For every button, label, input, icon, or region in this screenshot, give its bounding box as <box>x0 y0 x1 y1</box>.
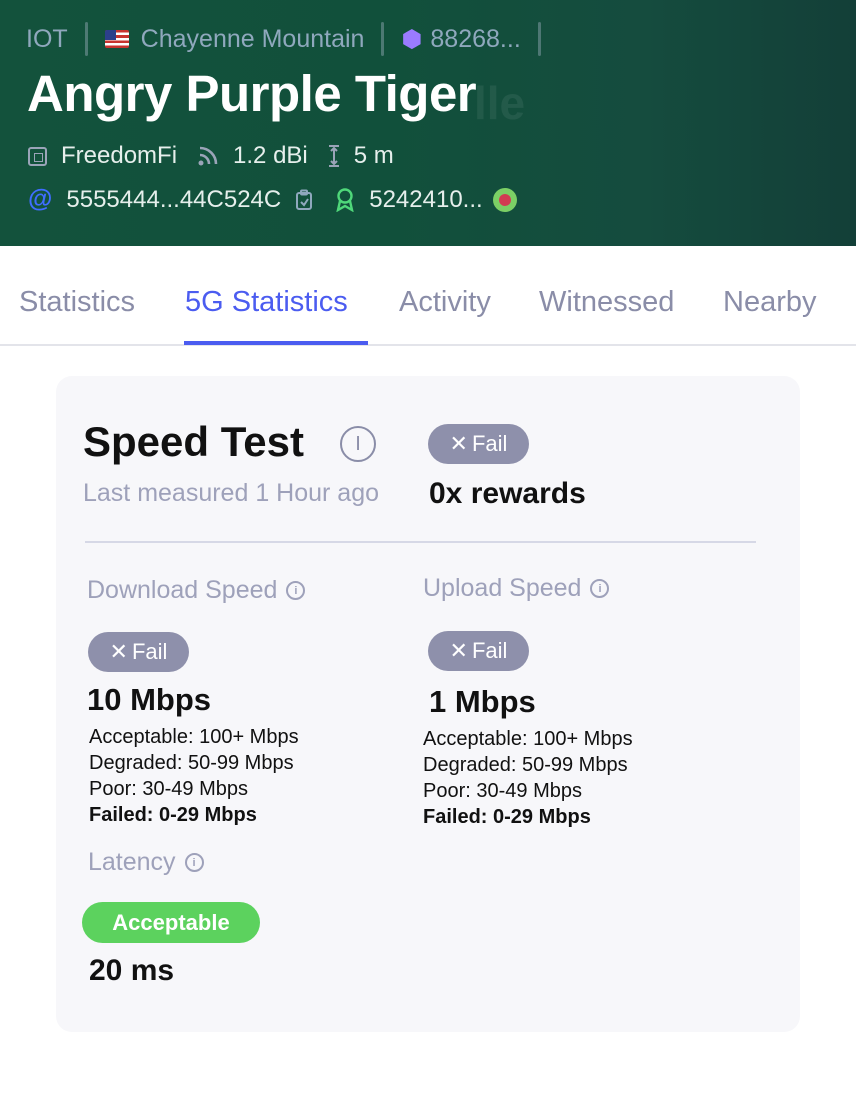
threshold-degraded: Degraded: 50-99 Mbps <box>423 754 628 776</box>
hotspot-header: lle IOT Chayenne Mountain ⬢ 88268... Ang… <box>0 0 856 246</box>
hexagon-icon: ⬢ <box>401 25 423 53</box>
latency-value: 20 ms <box>89 954 175 987</box>
download-speed-label: Download Speed i <box>87 576 306 605</box>
breadcrumb-separator <box>381 22 385 56</box>
address-start: 5555444... <box>66 185 180 213</box>
download-status-badge: ✕ Fail <box>88 632 189 672</box>
latency-label: Latency i <box>88 848 204 877</box>
network-label[interactable]: IOT <box>26 25 68 54</box>
close-icon: ✕ <box>449 431 468 456</box>
speed-test-title: Speed Test <box>83 418 304 465</box>
download-thresholds: Acceptable: 100+ Mbps Degraded: 50-99 Mb… <box>89 724 299 828</box>
threshold-failed: Failed: 0-29 Mbps <box>89 804 257 826</box>
location-label: Chayenne Mountain <box>140 24 365 53</box>
location-link[interactable]: Chayenne Mountain <box>104 24 365 54</box>
info-icon[interactable]: i <box>590 579 610 598</box>
tab-bar: Statistics 5G Statistics Activity Witnes… <box>0 272 856 346</box>
threshold-acceptable: Acceptable: 100+ Mbps <box>89 726 299 748</box>
elevation-label: 5 m <box>353 142 394 169</box>
us-flag-icon <box>104 30 129 48</box>
divider <box>85 541 756 543</box>
last-measured-text: Last measured 1 Hour ago <box>83 479 380 507</box>
upload-speed-label: Upload Speed i <box>423 574 610 603</box>
close-icon: ✕ <box>449 638 468 663</box>
tab-5g-statistics[interactable]: 5G Statistics <box>185 286 348 319</box>
latency-label-text: Latency <box>88 848 176 876</box>
info-icon[interactable]: i <box>184 853 204 872</box>
elevation-icon <box>328 144 340 168</box>
threshold-degraded: Degraded: 50-99 Mbps <box>89 752 294 774</box>
upload-thresholds: Acceptable: 100+ Mbps Degraded: 50-99 Mb… <box>423 726 633 830</box>
threshold-failed: Failed: 0-29 Mbps <box>423 806 591 828</box>
owner-label[interactable]: 5242410... <box>369 186 482 214</box>
upload-speed-value: 1 Mbps <box>429 684 536 719</box>
close-icon: ✕ <box>109 639 128 664</box>
antenna-gain-label: 1.2 dBi <box>233 142 308 169</box>
hotspot-addresses: @ 5555444... 44C524C 5242410... <box>28 185 517 214</box>
page-title: Angry Purple Tiger <box>27 65 477 122</box>
upload-status-badge: ✕ Fail <box>428 631 529 671</box>
breadcrumb: IOT Chayenne Mountain ⬢ 88268... <box>26 20 558 58</box>
upload-speed-label-text: Upload Speed <box>423 574 582 602</box>
address-end: 44C524C <box>179 185 282 213</box>
header-background-watermark: lle <box>474 77 526 129</box>
maker-label: FreedomFi <box>61 142 178 169</box>
antenna-signal-icon <box>197 145 219 167</box>
breadcrumb-separator <box>537 22 541 56</box>
download-speed-value: 10 Mbps <box>87 682 212 717</box>
active-tab-indicator <box>184 341 368 345</box>
status-badge-label: Fail <box>471 431 508 456</box>
tab-activity[interactable]: Activity <box>399 286 491 319</box>
hotspot-id-link[interactable]: ⬢ 88268... <box>401 25 520 54</box>
copy-icon[interactable] <box>295 189 315 211</box>
latency-status-badge: Acceptable <box>82 902 260 943</box>
hotspot-id-label: 88268... <box>430 24 521 53</box>
status-badge: ✕ Fail <box>428 424 529 464</box>
download-speed-label-text: Download Speed <box>87 576 278 604</box>
rewards-multiplier: 0x rewards <box>429 477 586 510</box>
threshold-acceptable: Acceptable: 100+ Mbps <box>423 728 633 750</box>
upload-status-label: Fail <box>471 638 508 663</box>
tab-statistics[interactable]: Statistics <box>19 286 135 319</box>
download-status-label: Fail <box>131 639 168 664</box>
owner-icon <box>335 187 355 212</box>
owner-avatar <box>492 187 517 212</box>
info-icon[interactable]: I <box>340 426 376 462</box>
chip-icon <box>28 146 47 166</box>
tab-nearby[interactable]: Nearby <box>723 286 817 319</box>
tab-witnessed[interactable]: Witnessed <box>539 286 674 319</box>
threshold-poor: Poor: 30-49 Mbps <box>89 778 248 800</box>
hotspot-specs: FreedomFi 1.2 dBi 5 m <box>28 142 394 170</box>
info-icon[interactable]: i <box>286 581 306 600</box>
at-icon: @ <box>28 185 53 213</box>
breadcrumb-separator <box>84 22 88 56</box>
speed-test-card: Speed Test I Last measured 1 Hour ago ✕ … <box>56 376 800 1032</box>
threshold-poor: Poor: 30-49 Mbps <box>423 780 582 802</box>
